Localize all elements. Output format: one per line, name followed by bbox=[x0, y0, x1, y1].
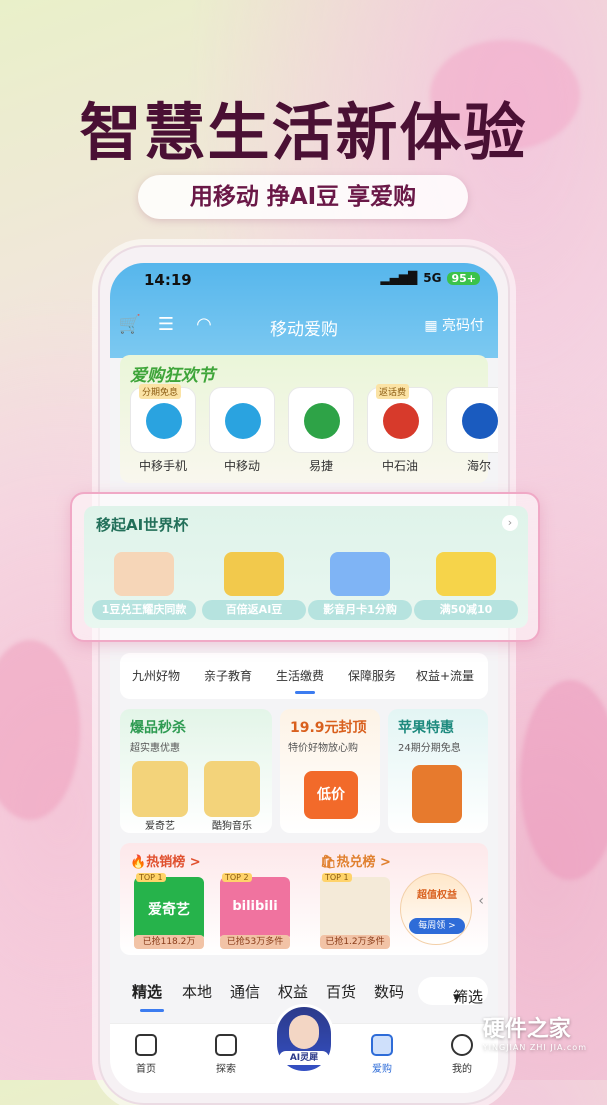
category-item[interactable]: 生活缴费 bbox=[276, 667, 324, 684]
promo-bubble[interactable]: 超值权益 每周领 > bbox=[400, 873, 472, 945]
tab-telecom[interactable]: 通信 bbox=[230, 981, 260, 1002]
promo-item[interactable]: 1豆兑王耀庆同款 bbox=[92, 552, 196, 620]
filter-button[interactable]: 筛选 ▾ bbox=[418, 977, 488, 1006]
signal-icon: ▂▄▆█ bbox=[380, 271, 418, 285]
promo-item[interactable]: 影音月卡1分购 bbox=[308, 552, 412, 620]
watermark: 硬件之家 YINGJIAN ZHI JIA.com bbox=[482, 1017, 587, 1052]
active-tab-indicator bbox=[140, 1009, 164, 1012]
shop-item[interactable]: 海尔 bbox=[446, 387, 498, 474]
chevron-left-icon[interactable]: ‹ bbox=[478, 893, 484, 909]
promo-item[interactable]: 满50减10 bbox=[414, 552, 518, 620]
qr-code-icon: ▦ bbox=[424, 318, 442, 334]
low-price-badge: 低价 bbox=[304, 771, 358, 819]
worldcup-title: 移起AI世界杯 bbox=[96, 516, 189, 534]
bag-icon: 🛍 bbox=[320, 855, 337, 870]
promo-image bbox=[114, 552, 174, 596]
phone-product-image bbox=[412, 765, 462, 823]
shop-item[interactable]: 返话费 中石油 bbox=[367, 384, 433, 474]
qr-pay-button[interactable]: ▦ 亮码付 bbox=[424, 315, 484, 335]
shop-item[interactable]: 分期免息 中移手机 bbox=[130, 384, 196, 474]
promo-image bbox=[224, 552, 284, 596]
promo-image bbox=[330, 552, 390, 596]
hero-slogan: 用移动 挣AI豆 享爱购 bbox=[138, 175, 468, 219]
battery-icon: 95+ bbox=[447, 271, 480, 285]
top-header: 14:19 ▂▄▆█ 5G 95+ 🛒 ☰ ◠ 移动爱购 ▦ 亮码付 bbox=[110, 263, 498, 358]
shop-logo bbox=[446, 387, 498, 453]
flower-decoration bbox=[520, 680, 607, 880]
deals-row: 爆品秒杀 超实惠优惠 爱奇艺 酷狗音乐 19.9元封顶 特价好物放心购 低价 苹… bbox=[120, 709, 488, 833]
category-item[interactable]: 九州好物 bbox=[132, 667, 180, 684]
hero-headline: 智慧生活新体验 bbox=[79, 96, 528, 169]
status-bar: 14:19 ▂▄▆█ 5G 95+ bbox=[144, 271, 480, 291]
nav-home[interactable]: 首页 bbox=[116, 1034, 176, 1075]
rank-tile[interactable]: TOP 2 bilibili 已抢53万多件 bbox=[220, 873, 290, 949]
nav-shop[interactable]: 爱购 bbox=[352, 1034, 412, 1075]
tab-benefits[interactable]: 权益 bbox=[278, 981, 308, 1002]
worldcup-popout[interactable]: 移起AI世界杯 › 1豆兑王耀庆同款 百倍返AI豆 影音月卡1分购 满50减10 bbox=[70, 492, 540, 642]
price-cap-card[interactable]: 19.9元封顶 特价好物放心购 低价 bbox=[280, 709, 380, 833]
category-bar: 九州好物 亲子教育 生活缴费 保障服务 权益+流量 bbox=[120, 653, 488, 699]
play-icon bbox=[215, 1034, 237, 1056]
caret-down-icon: ▾ bbox=[453, 988, 461, 1006]
category-item[interactable]: 权益+流量 bbox=[416, 667, 474, 684]
shop-logo: 分期免息 bbox=[130, 384, 196, 453]
carnival-section: 爱购狂欢节 分期免息 中移手机 中移动 易捷 返话费 中石油 海尔 bbox=[120, 355, 498, 483]
network-label: 5G bbox=[423, 271, 442, 285]
flower-decoration bbox=[0, 640, 80, 820]
fire-icon: 🔥 bbox=[130, 855, 147, 870]
promo-image bbox=[436, 552, 496, 596]
product-image bbox=[204, 761, 260, 817]
tab-digital[interactable]: 数码 bbox=[374, 981, 404, 1002]
bottom-nav: 首页 探索 AI灵犀 爱购 我的 bbox=[110, 1004, 498, 1093]
shop-logo: 返话费 bbox=[367, 384, 433, 453]
rank-tile[interactable]: TOP 1 爱奇艺 已抢118.2万 bbox=[134, 873, 204, 949]
ai-assistant-button[interactable]: AI灵犀 bbox=[274, 1004, 334, 1074]
hot-exchange-link[interactable]: 🛍热兑榜 > bbox=[320, 851, 391, 870]
flash-sale-card[interactable]: 爆品秒杀 超实惠优惠 爱奇艺 酷狗音乐 bbox=[120, 709, 272, 833]
category-item[interactable]: 保障服务 bbox=[348, 667, 396, 684]
category-item[interactable]: 亲子教育 bbox=[204, 667, 252, 684]
shop-logo bbox=[209, 387, 275, 453]
chevron-right-icon[interactable]: › bbox=[502, 515, 518, 531]
shop-item[interactable]: 中移动 bbox=[209, 387, 275, 474]
tab-goods[interactable]: 百货 bbox=[326, 981, 356, 1002]
rank-tile[interactable]: TOP 1 已抢1.2万多件 bbox=[320, 873, 390, 949]
carnival-title: 爱购狂欢节 bbox=[130, 366, 215, 386]
clock: 14:19 bbox=[144, 271, 192, 289]
scroll-indicator bbox=[295, 691, 315, 694]
shop-icon bbox=[371, 1034, 393, 1056]
shop-item[interactable]: 易捷 bbox=[288, 387, 354, 474]
shop-logo bbox=[288, 387, 354, 453]
user-icon bbox=[451, 1034, 473, 1056]
apple-deal-card[interactable]: 苹果特惠 24期分期免息 bbox=[388, 709, 488, 833]
tab-featured[interactable]: 精选 bbox=[132, 981, 162, 1002]
promo-item[interactable]: 百倍返AI豆 bbox=[202, 552, 306, 620]
app-bar: 🛒 ☰ ◠ 移动爱购 ▦ 亮码付 bbox=[110, 311, 498, 341]
avatar bbox=[289, 1015, 319, 1049]
product-image bbox=[132, 761, 188, 817]
nav-explore[interactable]: 探索 bbox=[196, 1034, 256, 1075]
tab-local[interactable]: 本地 bbox=[182, 981, 212, 1002]
ranking-section: 🔥热销榜 > 🛍热兑榜 > TOP 1 爱奇艺 已抢118.2万 TOP 2 bili… bbox=[120, 843, 488, 955]
app-screen: 14:19 ▂▄▆█ 5G 95+ 🛒 ☰ ◠ 移动爱购 ▦ 亮码付 爱购狂欢节 分… bbox=[110, 263, 498, 1093]
hot-sales-link[interactable]: 🔥热销榜 > bbox=[130, 851, 201, 870]
home-icon bbox=[135, 1034, 157, 1056]
